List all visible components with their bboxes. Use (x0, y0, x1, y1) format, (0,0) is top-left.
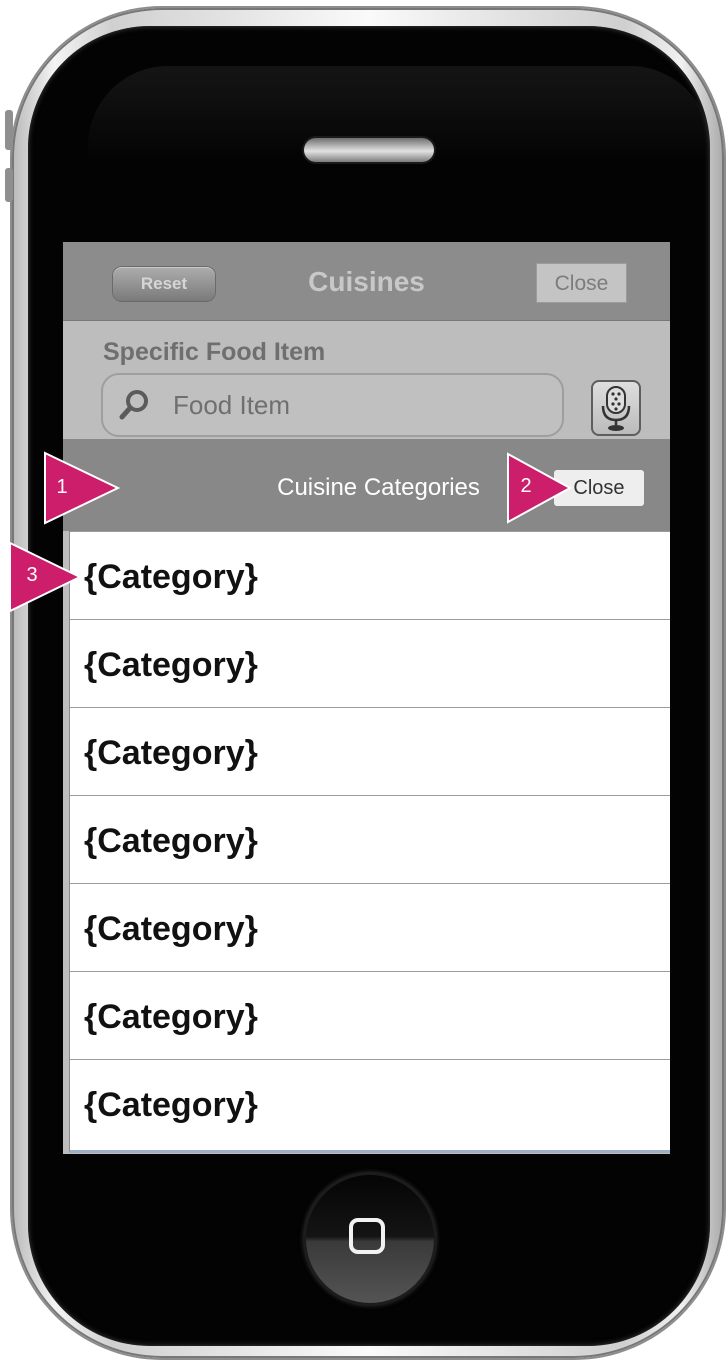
category-label: {Category} (84, 558, 258, 596)
category-label: {Category} (84, 646, 258, 684)
food-item-label: Specific Food Item (103, 338, 326, 366)
list-item[interactable]: {Category} (70, 971, 670, 1059)
list-item[interactable]: {Category} (70, 795, 670, 883)
list-item[interactable]: {Category} (70, 883, 670, 971)
annotation-number: 1 (56, 476, 68, 498)
category-label: {Category} (84, 734, 258, 772)
annotation-marker-2: 2 (506, 452, 573, 524)
voice-search-button[interactable] (591, 380, 641, 436)
annotation-number: 2 (520, 475, 532, 497)
home-button[interactable] (306, 1175, 434, 1303)
annotation-marker-3: 3 (8, 541, 83, 613)
list-item[interactable]: {Category} (70, 619, 670, 707)
category-sheet-header: Cuisine Categories Close (63, 439, 670, 531)
list-item[interactable]: {Category} (70, 1059, 670, 1147)
food-item-input[interactable] (173, 385, 543, 425)
category-list: {Category} {Category} {Category} {Catego… (69, 531, 670, 1153)
category-label: {Category} (84, 910, 258, 948)
navigation-bar: Reset Cuisines Close (63, 242, 670, 321)
close-button[interactable]: Close (536, 263, 627, 303)
list-item[interactable]: {Category} (70, 531, 670, 619)
mute-switch (5, 110, 13, 150)
speaker-icon (304, 138, 434, 162)
food-item-search-field[interactable] (101, 373, 564, 437)
category-label: {Category} (84, 822, 258, 860)
microphone-icon (601, 386, 631, 431)
category-label: {Category} (84, 1086, 258, 1124)
home-button-icon (349, 1218, 385, 1254)
annotation-number: 3 (26, 564, 38, 586)
list-item[interactable]: {Category} (70, 707, 670, 795)
app-screen: Reset Cuisines Close Specific Food Item … (63, 242, 670, 1154)
annotation-marker-1: 1 (43, 451, 121, 525)
category-label: {Category} (84, 998, 258, 1036)
search-icon (119, 390, 148, 420)
volume-up-button (5, 168, 13, 202)
